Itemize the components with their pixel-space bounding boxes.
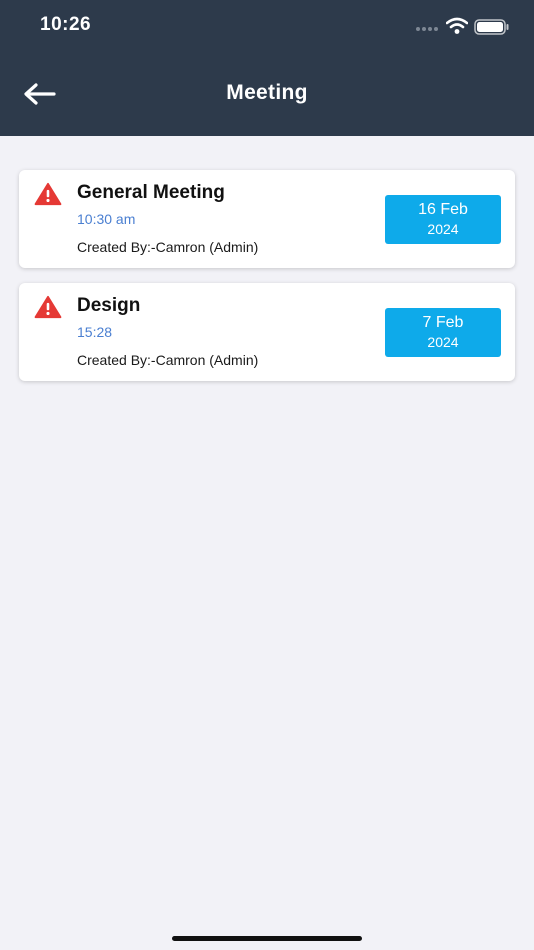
meeting-list: General Meeting 10:30 am Created By:-Cam… [19,170,515,396]
meeting-creator: Created By:-Camron (Admin) [77,352,259,368]
meeting-time: 10:30 am [77,211,136,227]
page-title: Meeting [226,81,308,104]
meeting-card-general[interactable]: General Meeting 10:30 am Created By:-Cam… [19,170,515,268]
meeting-creator: Created By:-Camron (Admin) [77,239,259,255]
date-badge: 7 Feb 2024 [385,308,501,357]
meeting-title: General Meeting [77,182,225,203]
warning-icon [34,295,62,319]
wifi-icon [446,17,468,34]
meeting-title: Design [77,295,141,316]
status-icons [416,17,512,37]
signal-dots-icon [416,27,438,31]
meeting-card-design[interactable]: Design 15:28 Created By:-Camron (Admin) … [19,283,515,381]
warning-icon [34,182,62,206]
date-day: 16 Feb [418,201,468,218]
meeting-time: 15:28 [77,324,113,340]
date-year: 2024 [427,334,459,350]
date-badge: 16 Feb 2024 [385,195,501,244]
home-indicator[interactable] [172,936,362,941]
status-time: 10:26 [40,14,92,35]
date-year: 2024 [427,221,459,237]
date-day: 7 Feb [422,314,464,331]
app-header: 10:26 Meeting [0,0,534,136]
battery-icon [474,19,509,35]
